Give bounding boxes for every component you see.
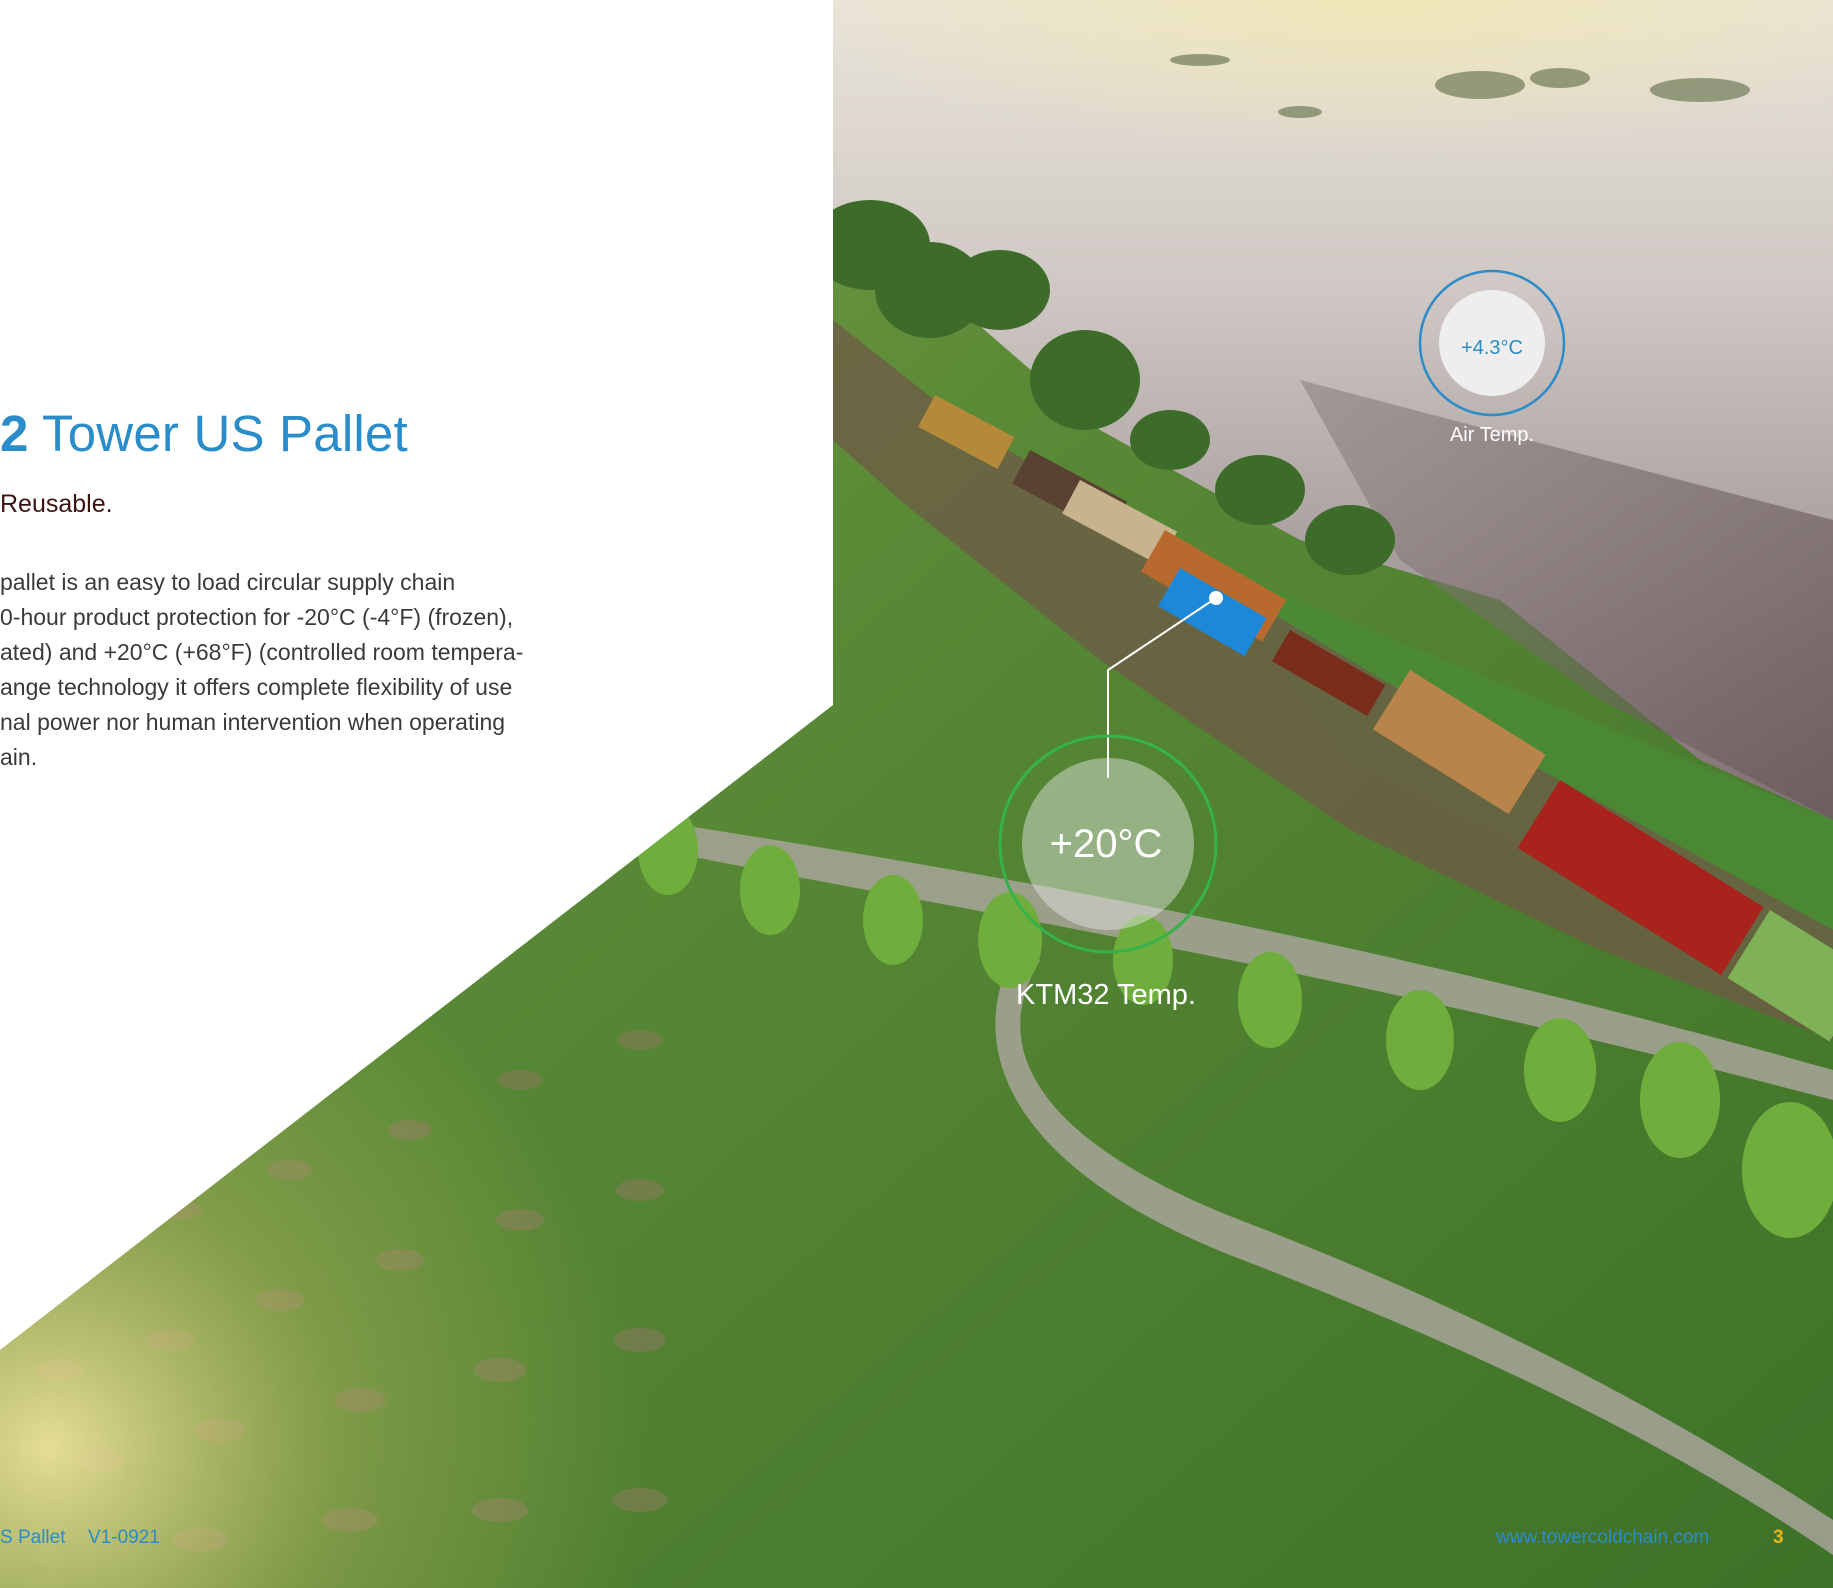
body-line: ain. <box>0 744 38 770</box>
body-line: nal power nor human intervention when op… <box>0 709 506 735</box>
page-title: 2 Tower US Pallet <box>0 408 408 459</box>
body-line: ated) and +20°C (+68°F) (controlled room… <box>0 639 524 665</box>
subheading: Reusable. <box>0 490 113 518</box>
body-line: ange technology it offers complete flexi… <box>0 674 513 700</box>
body-paragraph: pallet is an easy to load circular suppl… <box>0 565 600 775</box>
ktm32-temp-caption: KTM32 Temp. <box>1016 979 1196 1011</box>
footer-version: V1-0921 <box>88 1527 160 1548</box>
page-title-text: Tower US Pallet <box>42 405 408 462</box>
body-line: 0-hour product protection for -20°C (-4°… <box>0 604 514 630</box>
footer-product-name: S Pallet <box>0 1527 66 1548</box>
air-temp-value: +4.3°C <box>1461 337 1523 359</box>
body-line: pallet is an easy to load circular suppl… <box>0 569 456 595</box>
footer-website-link[interactable]: www.towercoldchain.com <box>1496 1527 1709 1549</box>
ktm32-temp-value: +20°C <box>1049 822 1163 866</box>
air-temp-caption: Air Temp. <box>1449 424 1535 446</box>
page-title-number: 2 <box>0 405 29 462</box>
page-number: 3 <box>1773 1527 1784 1548</box>
aerial-train-photo <box>0 0 1833 1588</box>
